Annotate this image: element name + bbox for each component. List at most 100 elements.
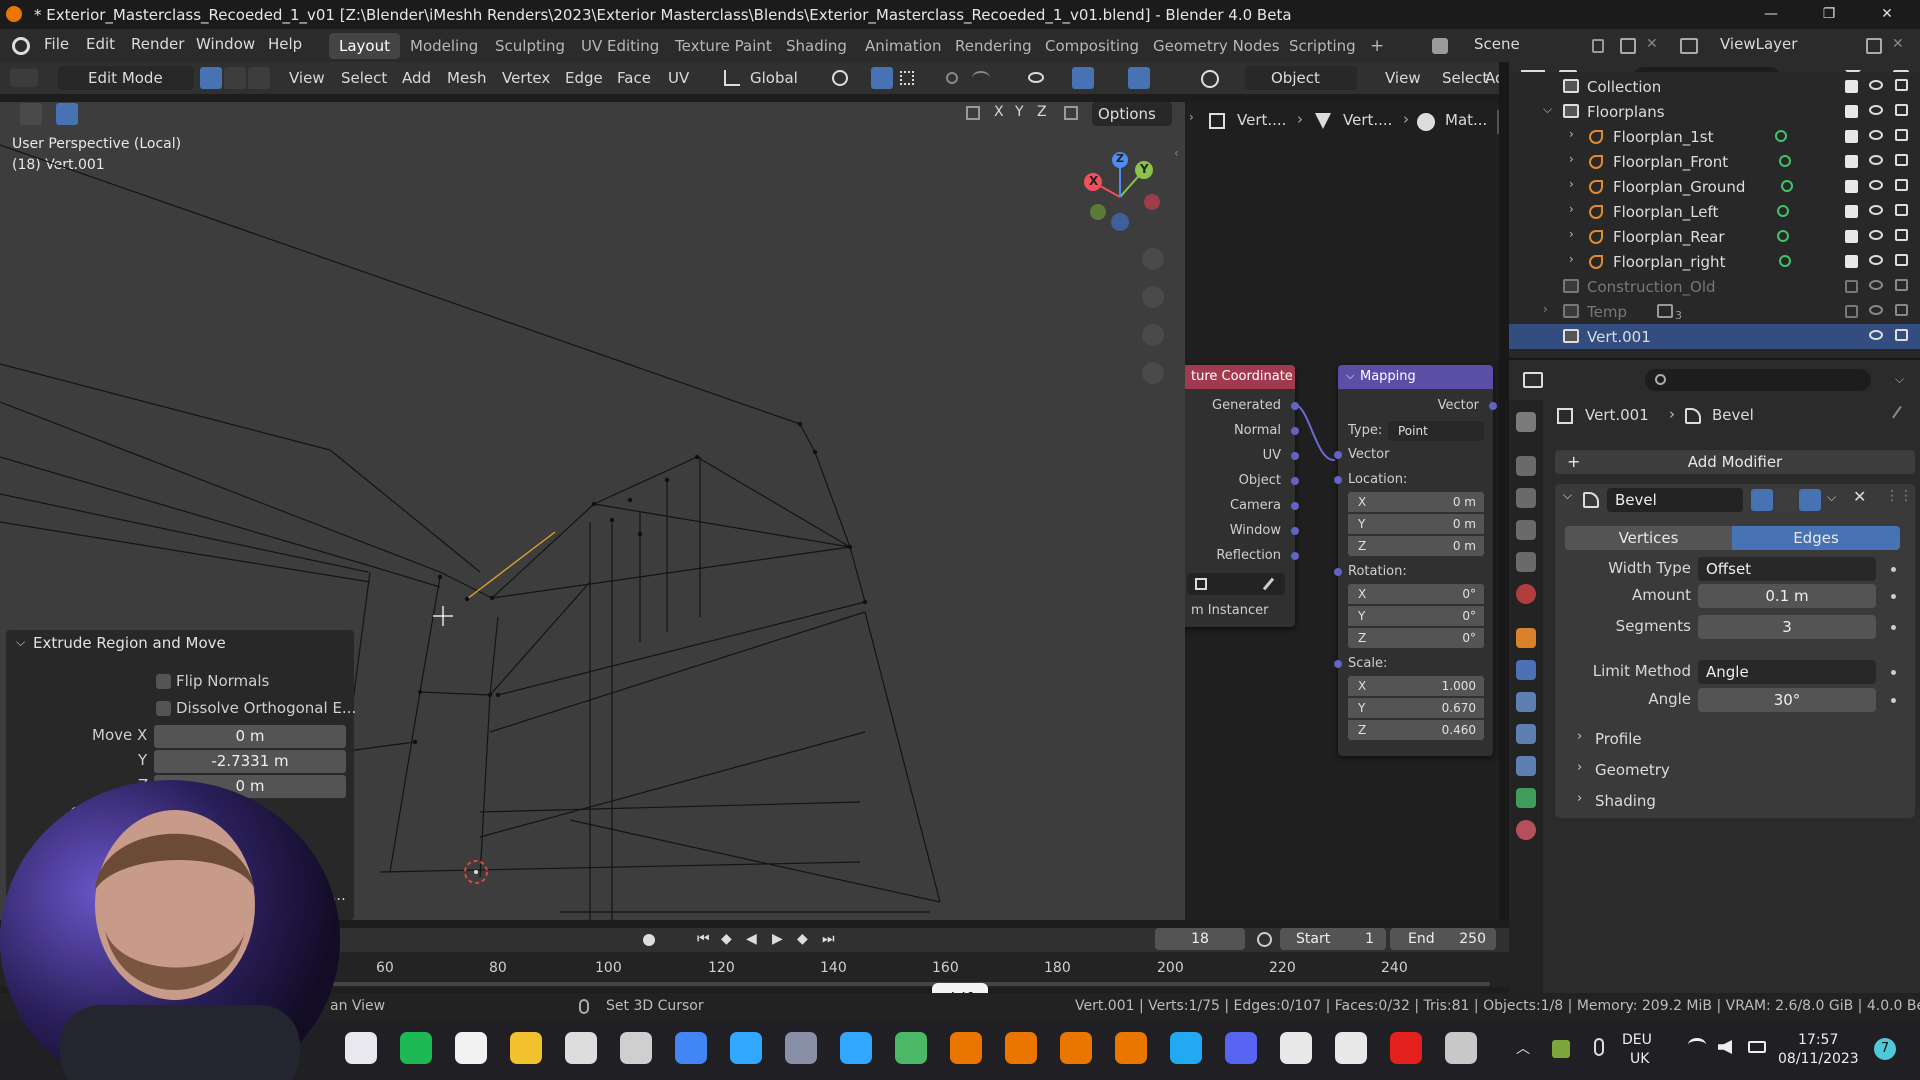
notification-badge[interactable]: 7 bbox=[1874, 1038, 1896, 1060]
render-camera-icon[interactable] bbox=[1895, 229, 1908, 241]
properties-options-icon[interactable]: ⌵ bbox=[1895, 372, 1904, 387]
terminal-icon[interactable] bbox=[1445, 1032, 1477, 1064]
outliner-row[interactable]: ⌵ Floorplans bbox=[1509, 99, 1920, 124]
maximize-button[interactable]: ❐ bbox=[1806, 0, 1852, 29]
blender-1-icon[interactable] bbox=[950, 1032, 982, 1064]
notion-icon[interactable] bbox=[455, 1032, 487, 1064]
play-icon[interactable]: ▶ bbox=[772, 931, 783, 947]
delete-scene-icon[interactable]: ✕ bbox=[1646, 36, 1658, 52]
physics-tab-icon[interactable] bbox=[1516, 724, 1536, 744]
dissolve-checkbox[interactable] bbox=[156, 701, 171, 716]
socket-generated[interactable] bbox=[1291, 402, 1299, 410]
blender-3-icon[interactable] bbox=[1060, 1032, 1092, 1064]
render-camera-icon[interactable] bbox=[1895, 104, 1908, 116]
props-breadcrumb-modifier[interactable]: Bevel bbox=[1712, 406, 1754, 424]
keyframe-dot[interactable] bbox=[1891, 698, 1896, 703]
edit-mode-toggle-icon[interactable] bbox=[1751, 489, 1773, 511]
add-modifier-button[interactable]: + Add Modifier bbox=[1555, 450, 1915, 474]
viewport-menu-vertex[interactable]: Vertex bbox=[502, 69, 550, 87]
tab-modeling[interactable]: Modeling bbox=[400, 33, 488, 59]
affect-vertices-button[interactable]: Vertices bbox=[1565, 526, 1732, 550]
new-scene-icon[interactable] bbox=[1620, 38, 1636, 54]
keyframe-dot[interactable] bbox=[1891, 625, 1896, 630]
battery-icon[interactable] bbox=[1748, 1041, 1766, 1053]
scale-y-field[interactable]: Y 0.670 bbox=[1348, 698, 1484, 718]
new-viewlayer-icon[interactable] bbox=[1866, 38, 1882, 54]
chrome-icon[interactable] bbox=[675, 1032, 707, 1064]
photoshop-2-icon[interactable] bbox=[840, 1032, 872, 1064]
outliner-row[interactable]: Construction_Old bbox=[1509, 274, 1920, 299]
modifier-name-field[interactable]: Bevel bbox=[1607, 488, 1743, 512]
minimize-button[interactable]: — bbox=[1748, 0, 1794, 29]
openai-icon[interactable] bbox=[1280, 1032, 1312, 1064]
render-camera-icon[interactable] bbox=[1895, 254, 1908, 266]
app-3-icon[interactable] bbox=[895, 1032, 927, 1064]
viewport-menu-face[interactable]: Face bbox=[617, 69, 651, 87]
tab-layout[interactable]: Layout bbox=[329, 33, 400, 59]
clock-date[interactable]: 08/11/2023 bbox=[1778, 1051, 1859, 1067]
expand-arrow-icon[interactable]: › bbox=[1569, 127, 1574, 141]
expand-arrow-icon[interactable]: › bbox=[1569, 252, 1574, 266]
tab-animation[interactable]: Animation bbox=[855, 33, 951, 59]
curve-data-icon[interactable] bbox=[1781, 180, 1793, 192]
visibility-eye-icon[interactable] bbox=[1869, 205, 1883, 215]
snap-target-icon[interactable] bbox=[900, 71, 914, 85]
render-camera-icon[interactable] bbox=[1895, 279, 1908, 291]
microphone-icon[interactable] bbox=[1594, 1038, 1604, 1056]
add-workspace-button[interactable]: + bbox=[1360, 33, 1394, 59]
tray-chevron-icon[interactable]: ︿ bbox=[1516, 1038, 1530, 1058]
shader-node-editor[interactable]: › Vert.... › Vert.... › Mat... ture Coor… bbox=[1185, 102, 1499, 920]
record-icon[interactable] bbox=[643, 934, 655, 946]
scale-z-field[interactable]: Z 0.460 bbox=[1348, 720, 1484, 740]
curve-data-icon[interactable] bbox=[1777, 230, 1789, 242]
node-editor-type-icon[interactable] bbox=[1201, 70, 1219, 88]
socket-scale[interactable] bbox=[1334, 660, 1342, 668]
tab-rendering[interactable]: Rendering bbox=[945, 33, 1042, 59]
face-select-icon[interactable] bbox=[248, 67, 270, 89]
limit-method-dropdown[interactable]: Angle bbox=[1698, 660, 1876, 684]
rotation-z-field[interactable]: Z 0° bbox=[1348, 628, 1484, 648]
exclude-checkbox[interactable] bbox=[1845, 280, 1858, 293]
texture-coordinate-node[interactable]: ture Coordinate Generated Normal UV Obje… bbox=[1185, 365, 1299, 627]
move-x-field[interactable]: 0 m bbox=[154, 725, 346, 748]
gizmo-toggle-icon[interactable] bbox=[1072, 67, 1094, 89]
proportional-falloff-icon[interactable] bbox=[972, 71, 990, 85]
operator-title[interactable]: Extrude Region and Move bbox=[33, 634, 226, 652]
tab-texture-paint[interactable]: Texture Paint bbox=[665, 33, 782, 59]
visibility-eye-icon[interactable] bbox=[1869, 130, 1883, 140]
render-camera-icon[interactable] bbox=[1895, 329, 1908, 341]
location-z-field[interactable]: Z 0 m bbox=[1348, 536, 1484, 556]
exclude-checkbox[interactable] bbox=[1845, 230, 1858, 243]
area-divider[interactable] bbox=[1499, 62, 1509, 920]
modifier-collapse-icon[interactable]: ⌵ bbox=[1563, 488, 1572, 503]
socket-reflection[interactable] bbox=[1291, 552, 1299, 560]
outliner-row[interactable]: › Floorplan_Ground bbox=[1509, 174, 1920, 199]
scene-tab-icon[interactable] bbox=[1516, 552, 1536, 572]
exclude-checkbox[interactable] bbox=[1845, 255, 1858, 268]
outliner-row[interactable]: › Floorplan_Left bbox=[1509, 199, 1920, 224]
spotify-icon[interactable] bbox=[400, 1032, 432, 1064]
tab-shading[interactable]: Shading bbox=[776, 33, 857, 59]
blender-4-icon[interactable] bbox=[1115, 1032, 1147, 1064]
node-menu-view[interactable]: View bbox=[1385, 69, 1421, 87]
sync-icon[interactable] bbox=[565, 1032, 597, 1064]
particles-tab-icon[interactable] bbox=[1516, 692, 1536, 712]
photoshop-icon[interactable] bbox=[730, 1032, 762, 1064]
visibility-eye-icon[interactable] bbox=[1869, 180, 1883, 190]
render-camera-icon[interactable] bbox=[1895, 129, 1908, 141]
exclude-checkbox[interactable] bbox=[1845, 80, 1858, 93]
proportional-edit-icon[interactable] bbox=[946, 72, 958, 84]
visibility-eye-icon[interactable] bbox=[1869, 230, 1883, 240]
visibility-eye-icon[interactable] bbox=[1869, 280, 1883, 290]
rotation-x-field[interactable]: X 0° bbox=[1348, 584, 1484, 604]
jump-keyframe-back-icon[interactable]: ◆ bbox=[721, 931, 732, 947]
modifier-tab-icon[interactable] bbox=[1516, 660, 1536, 680]
viewport-menu-mesh[interactable]: Mesh bbox=[447, 69, 487, 87]
jump-keyframe-forward-icon[interactable]: ◆ bbox=[797, 931, 808, 947]
camera-view-icon[interactable] bbox=[1142, 324, 1164, 346]
render-camera-icon[interactable] bbox=[1895, 154, 1908, 166]
render-toggle-icon[interactable] bbox=[1799, 489, 1821, 511]
tab-compositing[interactable]: Compositing bbox=[1035, 33, 1149, 59]
render-tab-icon[interactable] bbox=[1516, 456, 1536, 476]
edge-select-icon[interactable] bbox=[224, 67, 246, 89]
